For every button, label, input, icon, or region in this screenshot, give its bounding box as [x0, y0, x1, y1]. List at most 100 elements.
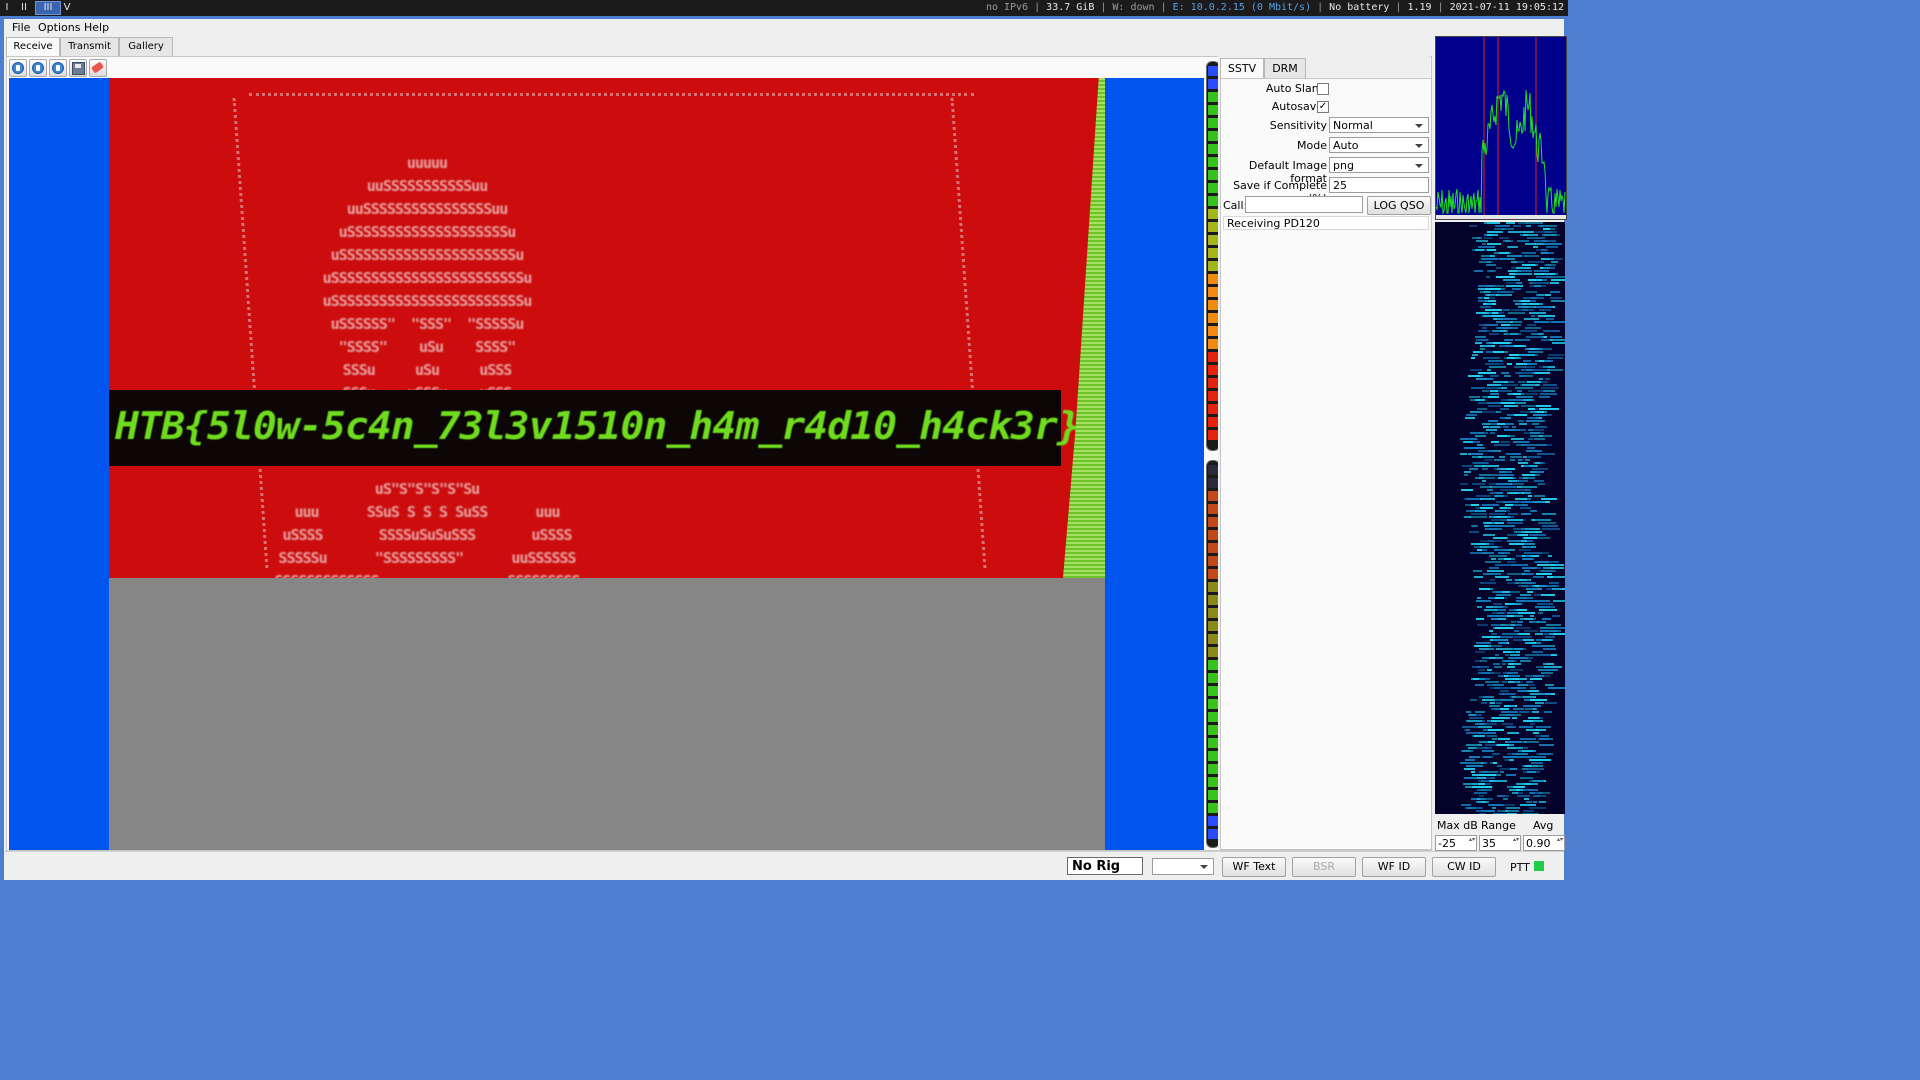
- waterfall-stripe: [1508, 231, 1525, 233]
- waterfall-stripe: [1484, 525, 1489, 527]
- waterfall-stripe: [1525, 675, 1540, 677]
- waterfall-stripe: [1505, 525, 1515, 527]
- status-message: Receiving PD120: [1223, 216, 1429, 230]
- waterfall-stripe: [1553, 600, 1565, 602]
- autosave-checkbox[interactable]: ✓: [1317, 101, 1329, 113]
- workspace-2[interactable]: II: [15, 2, 33, 14]
- waterfall-stripe: [1550, 339, 1565, 341]
- tab-sstv[interactable]: SSTV: [1220, 58, 1264, 79]
- workspace-1[interactable]: I: [2, 2, 12, 14]
- waterfall-stripe: [1532, 651, 1543, 653]
- menu-file[interactable]: File: [12, 21, 30, 34]
- waterfall-stripe: [1495, 549, 1499, 551]
- waterfall-stripe: [1515, 387, 1533, 389]
- waterfall-stripe: [1499, 345, 1514, 347]
- waterfall-stripe: [1508, 675, 1520, 677]
- sensitivity-label: Sensitivity: [1269, 119, 1327, 132]
- wf-id-button[interactable]: WF ID: [1362, 857, 1426, 877]
- wf-text-button[interactable]: WF Text: [1222, 857, 1286, 877]
- tab-transmit[interactable]: Transmit: [60, 37, 119, 56]
- meter-segment: [1208, 417, 1218, 427]
- tab-drm[interactable]: DRM: [1264, 58, 1306, 78]
- waterfall-stripe: [1531, 333, 1544, 335]
- waterfall-stripe: [1487, 489, 1493, 491]
- waterfall-stripe: [1518, 462, 1528, 464]
- tab-gallery[interactable]: Gallery: [119, 37, 173, 56]
- waterfall-stripe: [1493, 381, 1508, 383]
- meter-segment: [1208, 556, 1218, 566]
- erase-button[interactable]: [89, 59, 107, 77]
- waterfall-stripe: [1469, 225, 1477, 227]
- ethernet-status: E: 10.0.2.15 (0 Mbit/s): [1172, 2, 1312, 13]
- waterfall-stripe: [1503, 309, 1510, 311]
- waterfall-stripe: [1496, 294, 1512, 296]
- menu-options[interactable]: Options: [38, 21, 80, 34]
- mode-label: Mode: [1297, 139, 1327, 152]
- auto-slant-checkbox[interactable]: [1317, 83, 1329, 95]
- workspace-3-active[interactable]: III: [35, 1, 61, 15]
- waterfall-stripe: [1482, 480, 1486, 482]
- waterfall-stripe: [1501, 228, 1508, 230]
- waterfall-stripe: [1506, 615, 1523, 617]
- waterfall-stripe: [1539, 570, 1544, 572]
- sensitivity-select[interactable]: Normal: [1329, 117, 1429, 133]
- waterfall-stripe: [1495, 699, 1500, 701]
- waterfall-stripe: [1522, 813, 1539, 814]
- waterfall-stripe: [1480, 507, 1493, 509]
- waterfall-stripe: [1527, 768, 1544, 770]
- waterfall-stripe: [1532, 423, 1539, 425]
- menu-help[interactable]: Help: [84, 21, 109, 34]
- waterfall-stripe: [1502, 663, 1506, 665]
- waterfall-stripe: [1500, 507, 1511, 509]
- meter-segment: [1208, 235, 1218, 245]
- image-format-select[interactable]: png: [1329, 157, 1429, 173]
- waterfall-stripe: [1514, 366, 1526, 368]
- waterfall-stripe: [1537, 453, 1555, 455]
- bsr-button[interactable]: BSR: [1292, 857, 1356, 877]
- waterfall-stripe: [1478, 372, 1496, 374]
- waterfall-stripe: [1471, 504, 1479, 506]
- maxdb-spinbox[interactable]: -25: [1435, 835, 1477, 851]
- waterfall-stripe: [1523, 639, 1534, 641]
- waterfall-stripe: [1529, 780, 1544, 782]
- waterfall-stripe: [1511, 483, 1524, 485]
- rig-select[interactable]: [1152, 858, 1214, 875]
- cw-id-button[interactable]: CW ID: [1432, 857, 1496, 877]
- stop-button[interactable]: [29, 59, 47, 77]
- chevron-down-icon: [1415, 144, 1423, 148]
- waterfall-stripe: [1551, 261, 1558, 263]
- waterfall-stripe: [1486, 276, 1490, 278]
- workspace-5[interactable]: V: [62, 2, 72, 14]
- save-button[interactable]: [69, 59, 87, 77]
- settings-panel: SSTV DRM Auto Slant Autosave ✓ Sensitivi…: [1218, 56, 1432, 850]
- waterfall-stripe: [1547, 369, 1563, 371]
- avg-spinbox[interactable]: 0.90: [1523, 835, 1565, 851]
- waterfall-stripe: [1478, 456, 1494, 458]
- meter-segment: [1208, 608, 1218, 618]
- waterfall-stripe: [1549, 258, 1563, 260]
- waterfall-stripe: [1549, 582, 1559, 584]
- save-complete-spinbox[interactable]: 25: [1329, 177, 1429, 193]
- waterfall-stripe: [1510, 327, 1518, 329]
- meter-segment: [1208, 105, 1218, 115]
- log-qso-button[interactable]: LOG QSO: [1367, 196, 1431, 215]
- refresh-button[interactable]: [49, 59, 67, 77]
- waterfall-stripe: [1512, 480, 1517, 482]
- waterfall-stripe: [1479, 543, 1489, 545]
- call-input[interactable]: [1245, 196, 1363, 213]
- waterfall-stripe: [1496, 591, 1502, 593]
- waterfall-stripe: [1474, 735, 1485, 737]
- waterfall-stripe: [1494, 252, 1511, 254]
- waterfall-stripe: [1501, 324, 1510, 326]
- tab-receive[interactable]: Receive: [6, 37, 60, 57]
- waterfall-stripe: [1507, 573, 1525, 575]
- waterfall-stripe: [1530, 510, 1537, 512]
- range-spinbox[interactable]: 35: [1479, 835, 1521, 851]
- waterfall-stripe: [1490, 375, 1499, 377]
- flag-text: HTB{5l0w-5c4n_73l3v1510n_h4m_r4d10_h4ck3…: [115, 404, 1081, 448]
- waterfall-stripe: [1500, 489, 1513, 491]
- mode-select[interactable]: Auto: [1329, 137, 1429, 153]
- meter-segment: [1208, 725, 1218, 735]
- start-button[interactable]: [9, 59, 27, 77]
- waterfall-stripe: [1496, 327, 1500, 329]
